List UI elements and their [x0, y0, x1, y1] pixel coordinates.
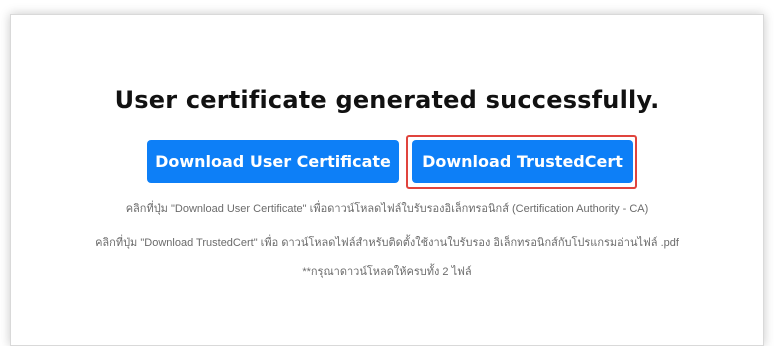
page-title: User certificate generated successfully. — [114, 86, 660, 114]
download-trustedcert-button[interactable]: Download TrustedCert — [412, 140, 633, 183]
download-user-certificate-button[interactable]: Download User Certificate — [147, 140, 399, 183]
instruction-trustedcert: คลิกที่ปุ่ม "Download TrustedCert" เพื่อ… — [95, 237, 679, 249]
instruction-download-both: **กรุณาดาวน์โหลดให้ครบทั้ง 2 ไฟล์ — [302, 266, 472, 278]
instruction-user-certificate: คลิกที่ปุ่ม "Download User Certificate" … — [125, 203, 649, 215]
